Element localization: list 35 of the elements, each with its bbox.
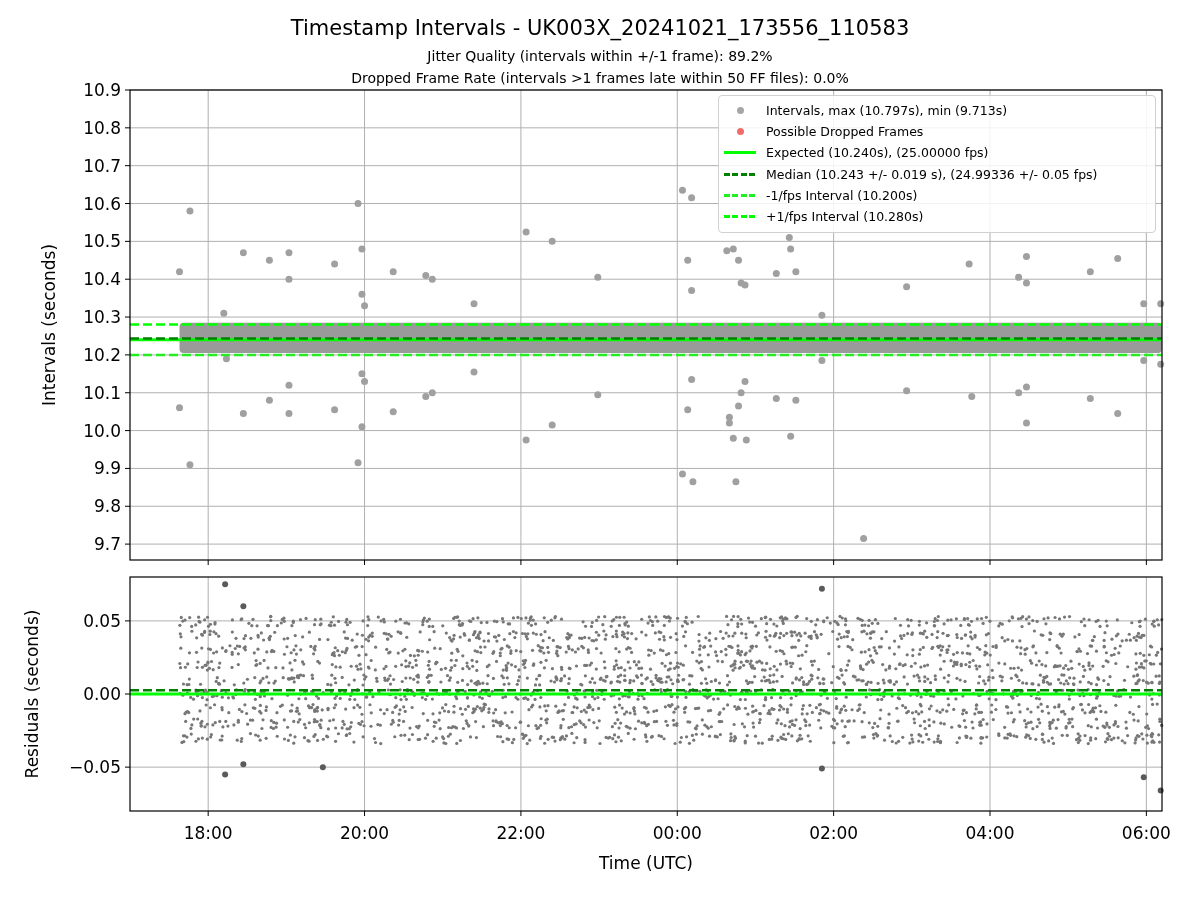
- tick-label: 0.05: [83, 610, 121, 631]
- legend-label: +1/fps Interval (10.280s): [766, 209, 924, 225]
- tick-label: 9.7: [93, 534, 121, 555]
- legend-label: -1/fps Interval (10.200s): [766, 187, 918, 203]
- chart-subtitle: Jitter Quality (intervals within +/-1 frame): 89.2%: [427, 47, 773, 66]
- tick-label: 10.7: [83, 155, 121, 176]
- legend-label: Median (10.243 +/- 0.019 s), (24.99336 +/- 0.05 fps): [766, 166, 1098, 182]
- tick-label: 06:00: [1121, 823, 1171, 843]
- tick-label: 0.00: [83, 684, 121, 704]
- legend-label: Possible Dropped Frames: [766, 124, 924, 140]
- tick-label: 10.4: [83, 269, 121, 290]
- tick-label: 02:00: [809, 823, 859, 843]
- tick-label: 10.3: [83, 307, 121, 328]
- tick-label: 10.5: [83, 231, 121, 252]
- tick-label: 20:00: [340, 823, 390, 843]
- chart-title: Timestamp Intervals - UK003X_20241021_173556_110583: [290, 16, 910, 40]
- tick-label: 9.9: [93, 458, 121, 479]
- tick-label: 18:00: [183, 823, 233, 843]
- axis-label: Intervals (seconds): [39, 243, 59, 407]
- tick-label: −0.05: [68, 757, 121, 778]
- axis-label: Time (UTC): [599, 853, 693, 873]
- tick-label: 04:00: [965, 823, 1015, 843]
- tick-label: 10.1: [83, 382, 121, 403]
- tick-label: 00:00: [652, 823, 702, 843]
- tick-label: 10.9: [83, 80, 121, 100]
- tick-label: 10.8: [83, 117, 121, 138]
- tick-label: 22:00: [496, 823, 546, 843]
- tick-label: 10.2: [83, 344, 121, 365]
- tick-label: 9.8: [93, 496, 121, 517]
- axis-label: Residuals (seconds): [22, 609, 42, 779]
- tick-label: 10.0: [83, 420, 121, 441]
- tick-label: 10.6: [83, 193, 121, 214]
- chart-subtitle: Dropped Frame Rate (intervals >1 frames late within 50 FF files): 0.0%: [351, 69, 849, 88]
- legend-label: Expected (10.240s), (25.00000 fps): [766, 145, 989, 161]
- legend-label: Intervals, max (10.797s), min (9.713s): [766, 103, 1008, 119]
